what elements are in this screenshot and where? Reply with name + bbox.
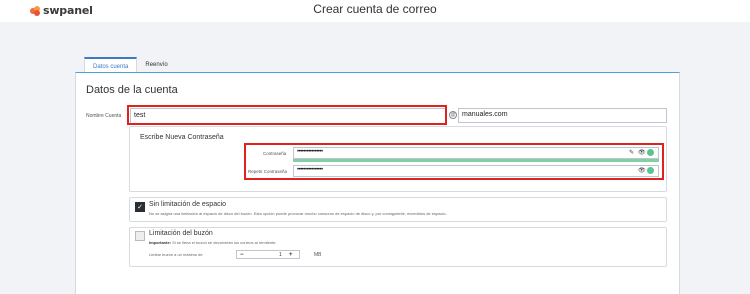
tab-reenvio[interactable]: Reenvío (137, 57, 175, 73)
unlimited-description: No se asigna una limitación al espacio d… (149, 211, 447, 216)
highlight-account-name (127, 105, 447, 125)
account-name-label: Nombre Cuenta (86, 113, 122, 119)
tab-bar: Datos cuenta Reenvío (84, 57, 176, 73)
stepper-value[interactable]: 1 (279, 252, 282, 258)
mailbox-limit-checkbox[interactable] (135, 231, 145, 241)
unlimited-title: Sin limitación de espacio (149, 201, 227, 208)
section-title: Datos de la cuenta (86, 84, 178, 96)
page-title: Crear cuenta de correo (313, 2, 437, 16)
mailbox-limit-title: Limitación del buzón (149, 230, 213, 237)
important-text: Si se llena el buzón se devolverán los c… (172, 240, 277, 245)
tab-datos-cuenta[interactable]: Datos cuenta (84, 57, 138, 73)
increment-button[interactable]: + (289, 251, 293, 259)
important-label: Importante: (149, 240, 171, 245)
top-bar: swpanel Crear cuenta de correo (0, 0, 750, 22)
max-label: Limitar buzón a un máximo de (149, 252, 203, 257)
at-icon: @ (449, 111, 457, 119)
decrement-button[interactable]: − (240, 251, 244, 259)
unlimited-checkbox[interactable]: ✓ (135, 202, 145, 212)
mailbox-limit-note: Importante: Si se llena el buzón se devo… (149, 240, 277, 245)
mailbox-size-stepper[interactable]: − 1 + (236, 250, 300, 259)
unit-label: MB (314, 252, 322, 258)
domain-select[interactable]: manuales.com (458, 108, 667, 123)
password-section-title: Escribe Nueva Contraseña (140, 134, 224, 141)
highlight-password-fields (244, 143, 664, 180)
